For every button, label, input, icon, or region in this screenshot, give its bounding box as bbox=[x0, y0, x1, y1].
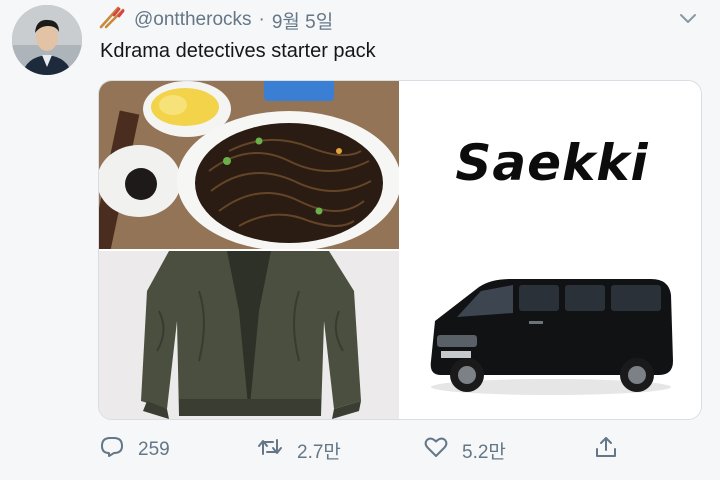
reply-button[interactable]: 259 bbox=[100, 432, 170, 468]
like-button[interactable]: 5.2만 bbox=[424, 432, 506, 468]
user-handle[interactable]: @onttherocks bbox=[134, 9, 252, 31]
retweet-button[interactable]: 2.7만 bbox=[257, 432, 341, 468]
tweet-text: Kdrama detectives starter pack bbox=[100, 40, 376, 62]
avatar[interactable] bbox=[12, 5, 82, 75]
like-count: 5.2만 bbox=[462, 441, 506, 463]
header-separator: · bbox=[258, 9, 265, 30]
retweet-count: 2.7만 bbox=[297, 441, 341, 463]
share-icon bbox=[594, 435, 632, 465]
saekki-panel[interactable]: Saekki bbox=[401, 81, 701, 249]
tweet-actions: 259 2.7만 5.2만 bbox=[0, 432, 720, 468]
jacket-photo[interactable] bbox=[99, 251, 399, 419]
van-photo[interactable] bbox=[401, 251, 701, 419]
retweet-icon bbox=[257, 436, 297, 464]
media-grid: Saekki bbox=[98, 80, 702, 420]
share-button[interactable] bbox=[594, 432, 632, 468]
chopsticks-icon bbox=[98, 5, 134, 35]
tweet-date[interactable]: 9월 5일 bbox=[272, 7, 333, 34]
reply-count: 259 bbox=[138, 439, 170, 460]
noodles-photo[interactable] bbox=[99, 81, 399, 249]
reply-icon bbox=[100, 436, 138, 464]
saekki-text: Saekki bbox=[455, 134, 649, 192]
tweet-header: @onttherocks · 9월 5일 bbox=[98, 6, 333, 34]
like-icon bbox=[424, 436, 462, 464]
